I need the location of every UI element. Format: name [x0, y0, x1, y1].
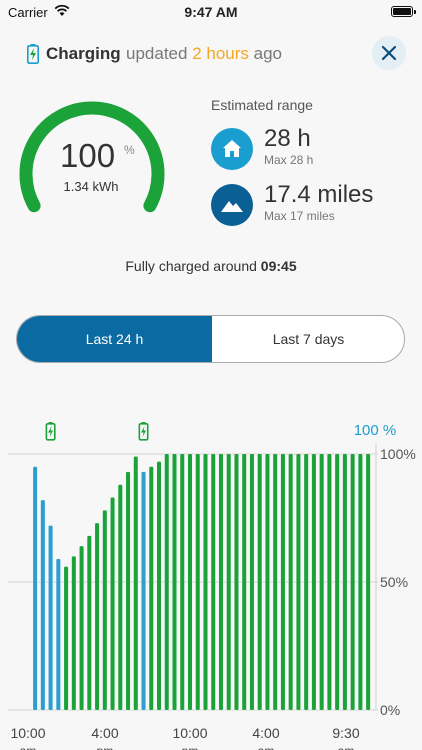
chart-bar — [157, 461, 162, 710]
gauge-percent-unit: % — [124, 143, 135, 157]
chart-charge-markers — [45, 422, 149, 441]
charging-marker-icon — [138, 422, 149, 441]
chart-bar — [335, 454, 340, 710]
x-tick-ampm: pm — [97, 744, 114, 750]
chart-bar — [118, 484, 123, 710]
chart-y-ticks: 100% 50% 0% — [380, 446, 416, 718]
tab-last-7-days[interactable]: Last 7 days — [212, 316, 404, 362]
chart-bar — [242, 454, 247, 710]
chart-bar — [95, 523, 100, 710]
fully-charged-text: Fully charged around 09:45 — [0, 258, 422, 274]
chart-bar — [288, 454, 293, 710]
chart-bar — [280, 454, 285, 710]
chart-bar — [366, 454, 371, 710]
fully-charged-time: 09:45 — [260, 258, 297, 274]
range-drive-max: Max 17 miles — [264, 209, 335, 223]
updated-text: updated 2 hours ago — [126, 44, 282, 64]
x-tick-label: 4:00 — [91, 725, 118, 741]
charging-status-label: Charging — [46, 44, 121, 63]
period-segmented-control: Last 24 h Last 7 days — [16, 315, 405, 363]
chart-bar — [311, 454, 316, 710]
chart-bar — [203, 454, 208, 710]
chart-bar — [304, 454, 309, 710]
chart-bar — [211, 454, 216, 710]
chart-bar — [226, 454, 231, 710]
chart-bar — [319, 454, 324, 710]
range-home-max: Max 28 h — [264, 153, 314, 167]
chart-bar — [342, 454, 347, 710]
chart-bar — [249, 454, 254, 710]
x-tick-label: 10:00 — [10, 725, 45, 741]
chart-bar — [273, 454, 278, 710]
chart-x-ticks: 10:00 am 4:00 pm 10:00 pm 4:00 am 9:30 am — [10, 725, 359, 750]
charging-marker-icon — [45, 422, 56, 441]
chart-bar — [40, 500, 45, 710]
range-title: Estimated range — [211, 97, 313, 113]
chart-bar — [110, 497, 115, 710]
chart-bar — [218, 454, 223, 710]
chart-top-label: 100 % — [354, 422, 397, 439]
chart-bar — [350, 454, 355, 710]
chart-bar — [327, 454, 332, 710]
chart-bar — [172, 454, 177, 710]
chart-bar — [33, 466, 38, 710]
chart-bar — [149, 466, 154, 710]
chart-bar — [358, 454, 363, 710]
chart-bar — [64, 566, 69, 710]
chart-bar — [187, 454, 193, 710]
updated-prefix: updated — [126, 44, 188, 63]
chart-bar — [164, 454, 169, 710]
x-tick-ampm: am — [20, 744, 37, 750]
chart-bar — [141, 471, 146, 710]
close-button[interactable] — [372, 36, 406, 70]
fully-charged-prefix: Fully charged around — [125, 258, 257, 274]
chart-bar — [56, 558, 61, 710]
mountain-icon — [211, 184, 253, 226]
x-tick-label: 10:00 — [172, 725, 207, 741]
chart-bar — [234, 454, 239, 710]
battery-icon — [391, 6, 416, 17]
chart-bar — [195, 454, 200, 710]
chart-bar — [296, 454, 301, 710]
chart-bar — [87, 535, 92, 710]
range-drive-value: 17.4 miles — [264, 181, 374, 208]
chart-bar — [102, 510, 107, 710]
chart-bar — [257, 454, 262, 710]
x-tick-ampm: am — [258, 744, 275, 750]
charge-history-chart: 100 % 100% 50% 0% 10:00 am 4:00 pm 10:00 pm 4:00… — [8, 422, 416, 750]
close-icon — [381, 45, 397, 61]
clock: 9:47 AM — [184, 4, 238, 20]
chart-bar — [180, 454, 185, 710]
range-home-value: 28 h — [264, 125, 311, 152]
y-tick-label: 100% — [380, 446, 416, 462]
updated-time: 2 hours — [192, 44, 249, 63]
chart-bar — [265, 454, 270, 710]
x-tick-label: 9:30 — [332, 725, 359, 741]
chart-bar — [133, 456, 138, 710]
gauge-percent: 100 — [60, 137, 116, 174]
updated-suffix: ago — [253, 44, 282, 63]
status-bar: Carrier 9:47 AM — [0, 0, 422, 26]
x-tick-ampm: pm — [182, 744, 199, 750]
y-tick-label: 0% — [380, 702, 400, 718]
chart-bar — [48, 525, 53, 710]
chart-bar — [79, 546, 84, 710]
chart-bar — [126, 471, 131, 710]
gauge-energy: 1.34 kWh — [63, 179, 119, 194]
chart-bar — [71, 556, 76, 710]
tab-last-24h[interactable]: Last 24 h — [17, 316, 212, 362]
home-icon — [211, 128, 253, 170]
y-tick-label: 50% — [380, 574, 408, 590]
x-tick-ampm: am — [338, 744, 355, 750]
x-tick-label: 4:00 — [252, 725, 279, 741]
charging-battery-icon — [27, 44, 39, 69]
